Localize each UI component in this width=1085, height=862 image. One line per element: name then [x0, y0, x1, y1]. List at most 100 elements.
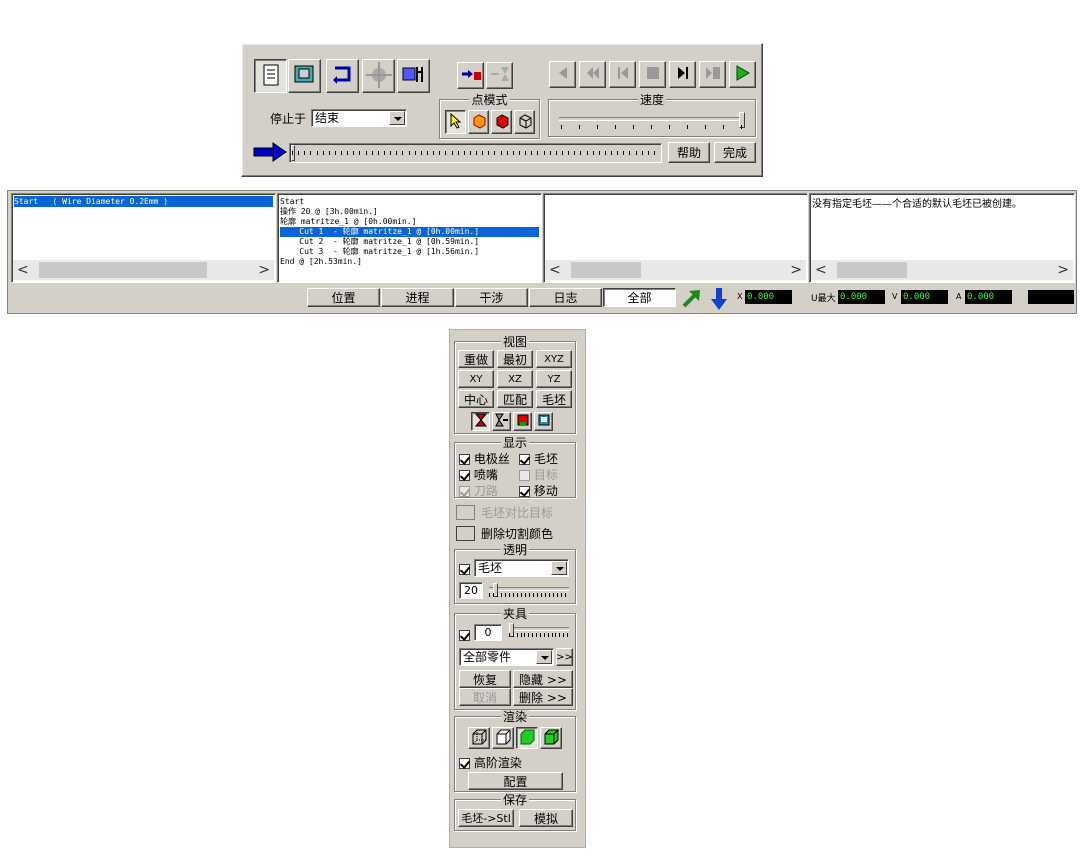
- view-fixture-blue-button[interactable]: [534, 412, 553, 431]
- step-back-button[interactable]: [609, 61, 636, 88]
- point-cube-red-button[interactable]: [491, 110, 512, 134]
- a-readout-value: 0.000: [965, 290, 1012, 304]
- scroll-thumb[interactable]: [571, 262, 641, 278]
- stock-compare-toggle[interactable]: 毛坯对比目标: [456, 504, 553, 521]
- run-to-end-button[interactable]: [699, 61, 726, 88]
- delete-button[interactable]: 删除 >>: [513, 688, 573, 706]
- process-tree-item[interactable]: Cut 3 - 轮廓 matritze_1 @ [1h.56min.]: [280, 247, 539, 257]
- stock-to-stl-button[interactable]: 毛坯->Stl: [458, 809, 514, 827]
- display-title: 显示: [500, 436, 529, 450]
- restore-button[interactable]: 恢复: [459, 670, 511, 688]
- loop-button[interactable]: [326, 59, 359, 93]
- machine-view-button[interactable]: [288, 59, 321, 93]
- target-button[interactable]: [362, 59, 395, 93]
- speed-group: 速度: [548, 93, 756, 137]
- transparency-select[interactable]: 毛坯: [474, 559, 569, 577]
- fixture-parts-select[interactable]: 全部零件: [459, 648, 554, 666]
- stop-at-select[interactable]: 结束: [311, 109, 407, 127]
- render-solid-button[interactable]: [516, 727, 538, 749]
- tab-process[interactable]: 进程: [381, 288, 454, 307]
- down-arrow-icon[interactable]: [710, 287, 728, 314]
- detail-list-scrollbar[interactable]: < >: [545, 260, 806, 280]
- render-hidden-line-button[interactable]: [492, 727, 514, 749]
- operation-list-item[interactable]: Start ( Wire Diameter 0.2Emm ): [14, 196, 273, 207]
- fixture-checkbox[interactable]: [459, 628, 470, 642]
- process-tree[interactable]: Start 操作 20 @ [3h.00min.] 轮廓 matritze_1 @ …: [277, 193, 542, 283]
- play-button[interactable]: [729, 61, 756, 88]
- tab-all[interactable]: 全部: [603, 288, 676, 307]
- step-into-button[interactable]: [457, 62, 484, 89]
- display-toolpath-checkbox[interactable]: 刀路: [459, 482, 498, 499]
- view-center-button[interactable]: 中心: [458, 390, 494, 408]
- detail-list[interactable]: < >: [543, 193, 808, 283]
- transparency-group: 透明 毛坯 20: [454, 543, 576, 604]
- view-xy-button[interactable]: XY: [458, 370, 494, 388]
- rewind-start-button[interactable]: [549, 61, 576, 88]
- view-stock-button[interactable]: 毛坯: [536, 390, 572, 408]
- display-wire-label: 电极丝: [473, 452, 510, 466]
- display-move-checkbox[interactable]: 移动: [519, 482, 558, 499]
- scroll-thumb[interactable]: [837, 262, 907, 278]
- render-solid-edges-button[interactable]: [540, 727, 562, 749]
- process-tree-item[interactable]: Start: [280, 197, 539, 207]
- stop-button[interactable]: [639, 61, 666, 88]
- progress-arrow-icon: [253, 142, 287, 165]
- message-list[interactable]: 没有指定毛坯——个合适的默认毛坯已被创建。 < >: [809, 193, 1075, 283]
- process-tree-item[interactable]: 轮廓 matritze_1 @ [0h.00min.]: [280, 217, 539, 227]
- display-stock-checkbox[interactable]: 毛坯: [519, 450, 558, 467]
- speed-slider[interactable]: [559, 112, 745, 132]
- process-tree-item[interactable]: Cut 2 - 轮廓 matritze_1 @ [0h.59min.]: [280, 237, 539, 247]
- tab-collision[interactable]: 干涉: [455, 288, 528, 307]
- scroll-thumb[interactable]: [39, 262, 207, 278]
- fixture-slider[interactable]: [507, 622, 571, 639]
- render-group: 渲染 高阶渲染 配置: [454, 710, 576, 792]
- process-tree-item[interactable]: Cut 1 - 轮廓 matritze_1 @ [0h.00min.]: [280, 227, 539, 237]
- step-forward-button[interactable]: [669, 61, 696, 88]
- delete-cut-color-toggle[interactable]: 删除切割颜色: [456, 525, 553, 542]
- transparency-checkbox[interactable]: [459, 562, 470, 576]
- display-target-checkbox[interactable]: 目标: [519, 466, 558, 483]
- view-redo-button[interactable]: 重做: [458, 350, 494, 368]
- message-list-scrollbar[interactable]: < >: [811, 260, 1073, 280]
- display-wire-checkbox[interactable]: 电极丝: [459, 450, 510, 467]
- view-hourglass-button[interactable]: [471, 412, 490, 431]
- view-fixture-red-button[interactable]: [513, 412, 532, 431]
- speed-slider-thumb[interactable]: [739, 112, 745, 128]
- cancel-button[interactable]: 取消: [459, 688, 511, 706]
- view-initial-button[interactable]: 最初: [497, 350, 533, 368]
- view-xyz-button[interactable]: XYZ: [536, 350, 572, 368]
- help-button[interactable]: 帮助: [668, 142, 710, 163]
- render-wireframe-button[interactable]: [468, 727, 490, 749]
- view-hourglass-arrow-button[interactable]: [492, 412, 511, 431]
- x-readout-value: 0.000: [745, 290, 792, 304]
- config-button[interactable]: 配置: [468, 772, 563, 790]
- up-arrow-icon[interactable]: [681, 287, 703, 312]
- operation-list[interactable]: Start ( Wire Diameter 0.2Emm ) < >: [11, 193, 276, 283]
- process-tree-item[interactable]: 操作 20 @ [3h.00min.]: [280, 207, 539, 217]
- point-cube-wire-button[interactable]: [514, 110, 535, 134]
- transparency-value[interactable]: 20: [459, 582, 483, 599]
- tab-position[interactable]: 位置: [307, 288, 380, 307]
- display-nozzle-checkbox[interactable]: 喷嘴: [459, 466, 498, 483]
- high-render-checkbox[interactable]: 高阶渲染: [459, 754, 522, 771]
- fixture-value[interactable]: 0: [474, 624, 502, 641]
- settings-button[interactable]: [397, 59, 430, 93]
- simulate-button[interactable]: 模拟: [519, 809, 573, 827]
- select-pointer-button[interactable]: [445, 110, 466, 134]
- toolpath-mode-button[interactable]: [254, 59, 287, 93]
- fixture-more-button[interactable]: >>: [556, 648, 573, 666]
- hide-button[interactable]: 隐藏 >>: [513, 670, 573, 688]
- point-cube-orange-button[interactable]: [468, 110, 489, 134]
- chevron-down-icon: [536, 650, 552, 664]
- view-xz-button[interactable]: XZ: [497, 370, 533, 388]
- view-yz-button[interactable]: YZ: [536, 370, 572, 388]
- fast-backward-button[interactable]: [579, 61, 606, 88]
- view-fit-button[interactable]: 匹配: [497, 390, 533, 408]
- progress-slider[interactable]: [289, 143, 662, 163]
- step-over-button[interactable]: [486, 62, 513, 89]
- done-button[interactable]: 完成: [714, 142, 756, 163]
- tab-log[interactable]: 日志: [529, 288, 602, 307]
- transparency-slider[interactable]: [487, 582, 571, 599]
- operation-list-scrollbar[interactable]: < >: [13, 260, 274, 280]
- process-tree-item[interactable]: End @ [2h.53min.]: [280, 257, 539, 267]
